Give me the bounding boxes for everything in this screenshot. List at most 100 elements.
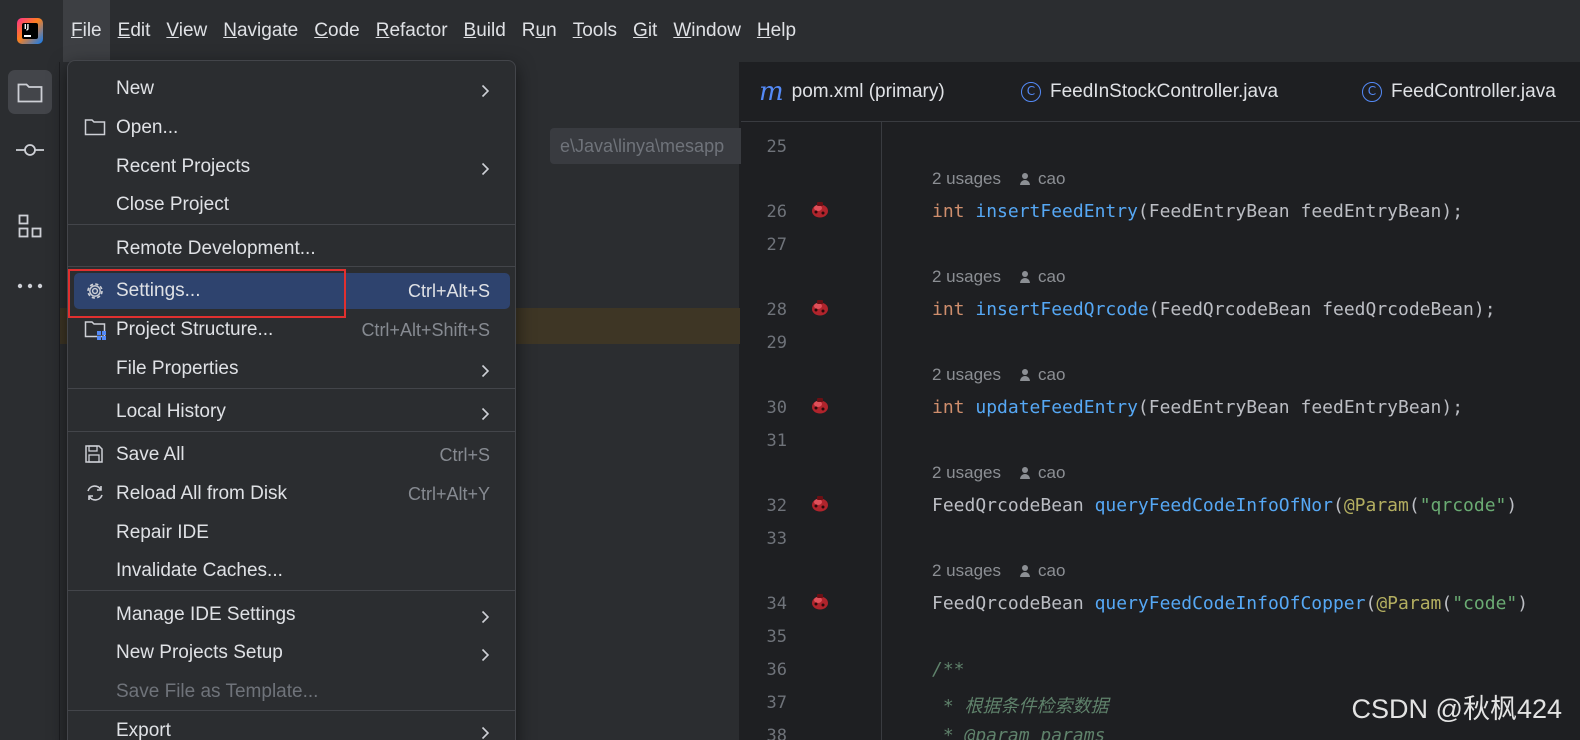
code-token: int	[932, 397, 976, 418]
menu-file[interactable]: File	[63, 0, 110, 62]
mnemonic-letter: N	[223, 20, 237, 41]
menu-item-label: Close Project	[116, 194, 229, 215]
code-line: * 根据条件检索数据	[932, 692, 1109, 718]
menu-item-label: Save All	[116, 444, 185, 465]
menubar-items: File Edit View Navigate Code Refactor Build Run…	[63, 0, 804, 62]
usages-count[interactable]: 2 usages	[932, 365, 1001, 385]
menu-item-manage-ide-settings[interactable]: Manage IDE Settings	[74, 597, 510, 633]
menu-git[interactable]: Git	[625, 0, 665, 62]
code-token: queryFeedCodeInfoOfCopper	[1094, 593, 1366, 614]
mybatis-mapper-icon[interactable]	[810, 201, 830, 219]
structure-tool-button[interactable]	[8, 204, 52, 248]
menu-item-label: Repair IDE	[116, 522, 209, 543]
file-menu-dropdown: New Open... Recent Projects Close Project Re…	[67, 60, 516, 740]
usages-count[interactable]: 2 usages	[932, 169, 1001, 189]
menu-view[interactable]: View	[158, 0, 215, 62]
usages-hint[interactable]: 2 usages cao	[932, 561, 1065, 581]
menu-item-invalidate-caches[interactable]: Invalidate Caches...	[74, 553, 510, 589]
menu-item-label: Recent Projects	[116, 156, 251, 177]
menu-window[interactable]: Window	[665, 0, 749, 62]
menu-build[interactable]: Build	[456, 0, 514, 62]
mnemonic-letter: G	[633, 20, 648, 41]
submenu-arrow-icon	[481, 724, 490, 740]
author-name: cao	[1038, 169, 1066, 188]
commit-tool-button[interactable]	[8, 128, 52, 172]
more-tools-button[interactable]	[8, 264, 52, 308]
line-number: 32	[766, 496, 787, 516]
menu-code[interactable]: Code	[306, 0, 367, 62]
line-number: 33	[766, 529, 787, 549]
menu-item-reload-all-from-disk[interactable]: Reload All from Disk Ctrl+Alt+Y	[74, 476, 510, 512]
menu-item-close-project[interactable]: Close Project	[74, 187, 510, 223]
code-line: /**	[932, 659, 965, 680]
more-icon	[17, 283, 43, 289]
usages-count[interactable]: 2 usages	[932, 561, 1001, 581]
code-token: (	[1365, 593, 1377, 614]
menu-item-recent-projects[interactable]: Recent Projects	[74, 149, 510, 185]
tab-feed-in-stock-controller[interactable]: C FeedInStockController.java	[1021, 62, 1278, 122]
menu-item-label: Save File as Template...	[116, 681, 319, 702]
menu-navigate[interactable]: Navigate	[215, 0, 306, 62]
usages-hint[interactable]: 2 usages cao	[932, 365, 1065, 385]
author-icon	[1019, 173, 1031, 185]
code-token: (	[1332, 495, 1344, 516]
author-icon	[1019, 467, 1031, 479]
watermark: CSDN @秋枫424	[1351, 694, 1562, 724]
menu-item-new-projects-setup[interactable]: New Projects Setup	[74, 635, 510, 671]
usages-hint[interactable]: 2 usages cao	[932, 169, 1065, 189]
usages-hint[interactable]: 2 usages cao	[932, 267, 1065, 287]
code-token: (	[1408, 495, 1420, 516]
line-number: 26	[766, 202, 787, 222]
code-line: FeedQrcodeBean queryFeedCodeInfoOfNor(@P…	[932, 495, 1517, 516]
usages-count[interactable]: 2 usages	[932, 463, 1001, 483]
menu-edit[interactable]: Edit	[110, 0, 159, 62]
line-number: 31	[766, 431, 787, 451]
code-token: insertFeedQrcode	[975, 299, 1149, 320]
project-tool-button[interactable]	[8, 70, 52, 114]
mybatis-mapper-icon[interactable]	[810, 397, 830, 415]
line-number: 38	[766, 726, 787, 740]
tab-feed-controller[interactable]: C FeedController.java	[1362, 62, 1556, 122]
menu-tools[interactable]: Tools	[565, 0, 625, 62]
code-token: "qrcode"	[1419, 495, 1507, 516]
mnemonic-letter: V	[166, 20, 179, 41]
line-number: 34	[766, 594, 787, 614]
usages-count[interactable]: 2 usages	[932, 267, 1001, 287]
mnemonic-letter: W	[673, 20, 692, 41]
gutter-divider	[881, 122, 882, 740]
save-icon	[84, 444, 106, 466]
code-token: * 根据条件检索数据	[932, 696, 1109, 717]
menu-item-save-all[interactable]: Save All Ctrl+S	[74, 437, 510, 473]
mybatis-mapper-icon[interactable]	[810, 495, 830, 513]
line-number: 36	[766, 660, 787, 680]
usages-hint[interactable]: 2 usages cao	[932, 463, 1065, 483]
code-line: int insertFeedQrcode(FeedQrcodeBean feed…	[932, 299, 1496, 320]
submenu-arrow-icon	[481, 646, 490, 662]
code-token: int	[932, 299, 976, 320]
class-icon: C	[1021, 82, 1041, 102]
menu-run[interactable]: Run	[514, 0, 565, 62]
menu-item-label: Local History	[116, 401, 226, 422]
code-token: "code"	[1452, 593, 1518, 614]
menu-item-remote-development[interactable]: Remote Development...	[74, 231, 510, 267]
mybatis-mapper-icon[interactable]	[810, 299, 830, 317]
tab-label: FeedInStockController.java	[1050, 81, 1279, 102]
code-line: int updateFeedEntry(FeedEntryBean feedEn…	[932, 397, 1463, 418]
code-token: updateFeedEntry	[975, 397, 1138, 418]
code-line: int insertFeedEntry(FeedEntryBean feedEn…	[932, 201, 1463, 222]
code-token: int	[932, 201, 976, 222]
menu-item-open[interactable]: Open...	[74, 110, 510, 146]
menu-item-label: New	[116, 78, 155, 99]
tab-pom-xml[interactable]: m pom.xml (primary)	[759, 62, 945, 122]
intellij-logo-icon[interactable]: IJ	[17, 18, 43, 44]
menu-item-local-history[interactable]: Local History	[74, 394, 510, 430]
menu-help[interactable]: Help	[749, 0, 804, 62]
menu-item-file-properties[interactable]: File Properties	[74, 351, 510, 387]
code-token: (FeedEntryBean feedEntryBean);	[1137, 201, 1464, 222]
menu-item-repair-ide[interactable]: Repair IDE	[74, 515, 510, 551]
folder-icon	[17, 83, 43, 103]
menu-item-new[interactable]: New	[74, 71, 510, 107]
menu-refactor[interactable]: Refactor	[368, 0, 456, 62]
menu-item-export[interactable]: Export	[74, 713, 510, 740]
mybatis-mapper-icon[interactable]	[810, 593, 830, 611]
